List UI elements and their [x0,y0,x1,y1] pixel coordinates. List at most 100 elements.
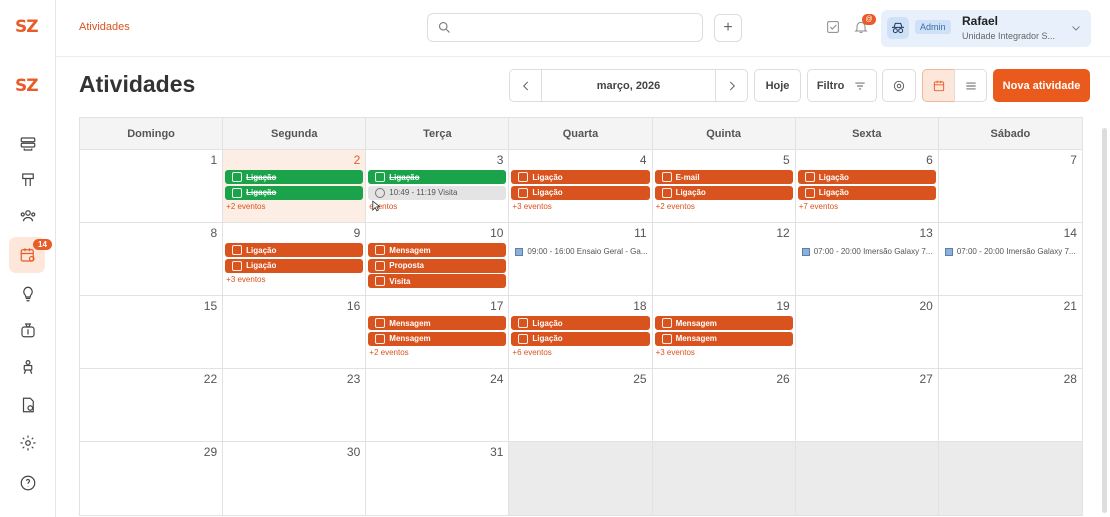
day-cell[interactable]: 22 [80,369,224,441]
event-chip[interactable]: Mensagem [368,316,507,330]
day-cell[interactable]: 17 Mensagem Mensagem +2 eventos [366,296,510,368]
event-chip[interactable]: E-mail [654,170,793,184]
day-cell[interactable]: 27 [795,369,939,441]
day-cell[interactable]: 31 [366,442,510,515]
event-chip[interactable]: Ligação [511,170,650,184]
event-chip[interactable]: Mensagem [654,316,793,330]
day-cell[interactable]: 29 [80,442,224,515]
event-chip[interactable]: Mensagem [368,243,507,257]
day-cell[interactable]: 19 Mensagem Mensagem +3 eventos [652,296,796,368]
event-type-icon [375,245,386,255]
prev-month-button[interactable] [509,69,542,102]
more-events-link[interactable]: +2 eventos [226,202,265,211]
event-chip[interactable]: Proposta [368,258,507,273]
event-label: Ligação [246,188,277,197]
event-type-icon [518,318,529,328]
search-input[interactable] [427,13,703,42]
new-activity-button[interactable]: Nova atividade [993,69,1090,102]
tasks-icon[interactable] [825,19,841,40]
day-cell[interactable]: 12 [652,223,796,295]
day-cell[interactable]: 14 07:00 - 20:00 Imersão Galaxy 7... [938,223,1082,295]
day-cell[interactable]: 7 [938,150,1082,222]
contacts-icon[interactable] [16,204,40,228]
day-cell[interactable]: 30 [223,442,367,515]
breadcrumb[interactable]: Atividades [79,21,130,33]
more-events-link[interactable]: +7 eventos [799,202,838,211]
all-day-event[interactable]: 07:00 - 20:00 Imersão Galaxy 7... [944,247,1076,256]
help-icon[interactable] [16,471,40,495]
day-cell[interactable]: 20 [795,296,939,368]
week-row: 29 30 31 [80,442,1082,515]
day-cell[interactable]: 3 Ligação 10:49 - 11:19 Visita eventos [366,150,510,222]
event-chip[interactable]: Ligação [511,331,650,346]
add-button[interactable]: + [714,14,742,42]
event-chip[interactable]: Ligação [797,185,936,200]
day-cell[interactable] [652,442,796,515]
more-events-link[interactable]: +6 eventos [512,348,551,357]
event-chip[interactable]: Ligação [225,170,364,184]
day-cell[interactable]: 26 [652,369,796,441]
day-cell[interactable]: 24 [366,369,510,441]
more-events-link[interactable]: +3 eventos [656,348,695,357]
day-cell[interactable]: 16 [223,296,367,368]
day-cell[interactable] [795,442,939,515]
event-chip[interactable]: 10:49 - 11:19 Visita [368,185,507,200]
gear-icon[interactable] [16,431,40,455]
day-cell[interactable]: 25 [509,369,653,441]
day-cell[interactable]: 2 Ligação Ligação +2 eventos [223,150,367,222]
day-cell[interactable]: 13 07:00 - 20:00 Imersão Galaxy 7... [795,223,939,295]
event-label: Mensagem [389,245,431,255]
day-cell[interactable] [938,442,1082,515]
all-day-event[interactable]: 07:00 - 20:00 Imersão Galaxy 7... [801,247,932,256]
day-cell[interactable]: 18 Ligação Ligação +6 eventos [509,296,653,368]
day-cell[interactable]: 5 E-mail Ligação +2 eventos [652,150,796,222]
event-chip[interactable]: Visita [368,274,507,288]
day-cell[interactable]: 28 [938,369,1082,441]
calendar-view-button[interactable] [922,69,955,102]
all-day-event[interactable]: 09:00 - 16:00 Ensaio Geral - Ga... [515,247,648,256]
settings-button[interactable] [882,69,916,102]
flag-icon[interactable] [16,168,40,192]
filter-button[interactable]: Filtro [807,69,877,102]
lightbulb-icon[interactable] [16,282,40,306]
day-cell[interactable]: 10 Mensagem Proposta Visita [366,223,510,295]
day-cell[interactable]: 4 Ligação Ligação +3 eventos [509,150,653,222]
day-cell[interactable]: 1 [80,150,224,222]
event-chip[interactable]: Mensagem [368,331,507,346]
next-month-button[interactable] [715,69,748,102]
event-chip[interactable]: Ligação [797,170,936,184]
day-cell[interactable]: 23 [223,369,367,441]
event-chip[interactable]: Ligação [225,243,364,257]
day-cell[interactable]: 15 [80,296,224,368]
more-events-link[interactable]: +2 eventos [369,348,408,357]
event-label: 07:00 - 20:00 Imersão Galaxy 7... [956,247,1076,256]
today-button[interactable]: Hoje [754,69,801,102]
list-view-button[interactable] [954,69,987,102]
event-chip[interactable]: Ligação [654,185,793,200]
scrollbar[interactable] [1102,128,1107,513]
event-chip[interactable]: Ligação [368,170,507,184]
more-events-link[interactable]: +3 eventos [512,202,551,211]
document-settings-icon[interactable] [16,393,40,417]
event-chip[interactable]: Ligação [225,258,364,273]
more-events-link[interactable]: +3 eventos [226,275,265,284]
event-chip[interactable]: Ligação [511,185,650,200]
pipeline-icon[interactable] [16,132,40,156]
weekday-6: Sábado [990,127,1031,140]
event-chip[interactable]: Mensagem [654,331,793,346]
money-bag-icon[interactable] [16,318,40,342]
event-chip[interactable]: Ligação [225,185,364,200]
day-cell[interactable] [509,442,653,515]
day-cell[interactable]: 11 09:00 - 16:00 Ensaio Geral - Ga... [509,223,653,295]
day-cell[interactable]: 9 Ligação Ligação +3 eventos [223,223,367,295]
day-cell[interactable]: 6 Ligação Ligação +7 eventos [795,150,939,222]
presentation-icon[interactable] [16,355,40,379]
day-cell[interactable]: 8 [80,223,224,295]
day-cell[interactable]: 21 [938,296,1082,368]
user-menu[interactable]: Admin Rafael Unidade Integrador S... [881,10,1091,47]
more-events-link[interactable]: +2 eventos [656,202,695,211]
app-logo[interactable]: SZ [15,17,39,37]
sidebar-logo[interactable]: SZ [15,76,39,96]
event-chip[interactable]: Ligação [511,316,650,330]
event-label: Mensagem [675,318,717,328]
